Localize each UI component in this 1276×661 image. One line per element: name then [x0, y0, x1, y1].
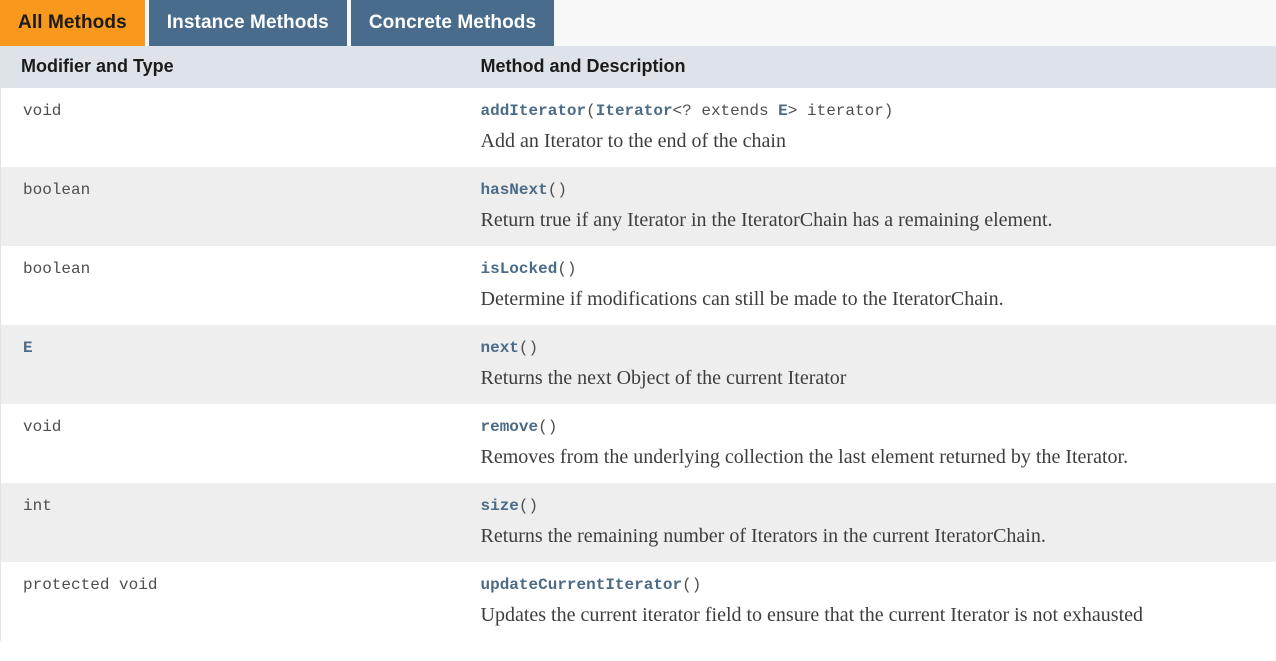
- modifier-type-text: void: [23, 102, 62, 120]
- signature-text: (: [586, 102, 596, 120]
- method-description: Determine if modifications can still be …: [480, 288, 1004, 310]
- column-header-method-and-description: Method and Description: [470, 46, 1276, 88]
- cell-method-and-description: addIterator(Iterator<? extends E> iterat…: [470, 88, 1276, 167]
- signature-text: iterator): [797, 102, 894, 120]
- method-summary-body: void addIterator(Iterator<? extends E> it…: [0, 88, 1276, 641]
- cell-method-and-description: updateCurrentIterator() Updates the curre…: [470, 562, 1276, 641]
- cell-modifier-and-type: boolean: [0, 167, 471, 246]
- table-row: void addIterator(Iterator<? extends E> it…: [0, 88, 1276, 167]
- cell-modifier-and-type: protected void: [0, 562, 471, 641]
- table-row: boolean isLocked() Determine if modificati…: [0, 246, 1276, 325]
- method-signature: next(): [481, 337, 1263, 359]
- modifier-type-text: boolean: [23, 181, 91, 199]
- table-row: boolean hasNext() Return true if any Itera…: [0, 167, 1276, 246]
- method-name-link[interactable]: addIterator: [481, 102, 587, 120]
- signature-text: (): [547, 181, 567, 199]
- cell-modifier-and-type: void: [0, 404, 471, 483]
- signature-type-link[interactable]: Iterator: [596, 102, 673, 120]
- cell-method-and-description: size() Returns the remaining number of It…: [470, 483, 1276, 562]
- tab-instance-methods-label: Instance Methods: [166, 12, 329, 33]
- modifier-type-text: int: [23, 497, 52, 515]
- tab-concrete-methods-label: Concrete Methods: [368, 12, 537, 33]
- cell-modifier-and-type: E: [0, 325, 471, 404]
- signature-text: (): [557, 260, 577, 278]
- type-parameter-link[interactable]: E: [23, 339, 33, 357]
- method-summary-table: Modifier and Type Method and Description…: [0, 46, 1276, 641]
- signature-type-link[interactable]: E: [778, 102, 788, 120]
- table-row: Enext() Returns the next Object of the cu…: [0, 325, 1276, 404]
- modifier-type-text: boolean: [23, 260, 91, 278]
- table-row: void remove() Removes from the underlying …: [0, 404, 1276, 483]
- method-signature: isLocked(): [481, 258, 1263, 280]
- method-name-link[interactable]: updateCurrentIterator: [481, 576, 683, 594]
- tab-instance-methods[interactable]: Instance Methods: [148, 0, 347, 46]
- method-signature: hasNext(): [481, 179, 1263, 201]
- signature-text: >: [787, 102, 798, 120]
- signature-text: (): [682, 576, 702, 594]
- method-name-link[interactable]: next: [481, 339, 519, 357]
- method-description: Add an Iterator to the end of the chain: [480, 130, 786, 152]
- method-signature: updateCurrentIterator(): [481, 574, 1263, 596]
- method-signature: size(): [481, 495, 1263, 517]
- signature-text: (): [518, 339, 539, 357]
- modifier-type-text: void: [23, 418, 62, 436]
- cell-method-and-description: hasNext() Return true if any Iterator in …: [470, 167, 1276, 246]
- method-description: Removes from the underlying collection t…: [480, 446, 1129, 468]
- table-row: int size() Returns the remaining number of…: [0, 483, 1276, 562]
- method-name-link[interactable]: hasNext: [481, 181, 548, 199]
- method-filter-tab-strip: All Methods Instance Methods Concrete Me…: [0, 0, 1276, 46]
- cell-method-and-description: isLocked() Determine if modifications can…: [470, 246, 1276, 325]
- modifier-type-text: protected void: [23, 576, 158, 594]
- signature-text: (): [538, 418, 558, 436]
- method-name-link[interactable]: isLocked: [481, 260, 558, 278]
- method-signature: remove(): [481, 416, 1263, 438]
- tab-all-methods-label: All Methods: [18, 12, 127, 33]
- tab-all-methods[interactable]: All Methods: [0, 0, 145, 46]
- method-description: Updates the current iterator field to en…: [480, 604, 1144, 626]
- signature-text: (): [518, 497, 539, 515]
- table-header-row: Modifier and Type Method and Description: [0, 46, 1276, 88]
- table-row: protected void updateCurrentIterator() Upd…: [0, 562, 1276, 641]
- cell-modifier-and-type: boolean: [0, 246, 471, 325]
- method-name-link[interactable]: remove: [481, 418, 539, 436]
- method-description: Return true if any Iterator in the Itera…: [480, 209, 1053, 231]
- method-signature: addIterator(Iterator<? extends E> iterat…: [481, 100, 1263, 122]
- tab-concrete-methods[interactable]: Concrete Methods: [350, 0, 555, 46]
- method-description: Returns the remaining number of Iterator…: [480, 525, 1046, 547]
- signature-text: <? extends: [672, 102, 779, 120]
- cell-modifier-and-type: void: [0, 88, 471, 167]
- cell-method-and-description: next() Returns the next Object of the cur…: [470, 325, 1276, 404]
- cell-modifier-and-type: int: [0, 483, 471, 562]
- method-name-link[interactable]: size: [481, 497, 519, 515]
- column-header-modifier-and-type: Modifier and Type: [0, 46, 471, 88]
- cell-method-and-description: remove() Removes from the underlying coll…: [470, 404, 1276, 483]
- method-description: Returns the next Object of the current I…: [480, 367, 847, 389]
